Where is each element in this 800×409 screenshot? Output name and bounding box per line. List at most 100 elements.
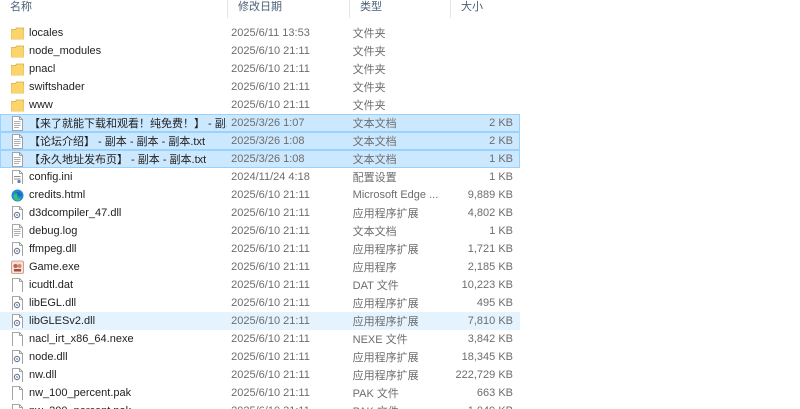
folder-icon [11, 62, 24, 76]
file-name-cell: nacl_irt_x86_64.nexe [1, 332, 227, 346]
date-modified-cell: 2025/6/10 21:11 [231, 387, 310, 399]
folder-row[interactable]: locales 2025/6/11 13:53 文件夹 [0, 24, 520, 42]
file-size-cell: 663 KB [476, 387, 513, 399]
text-document-icon [11, 134, 23, 149]
file-type-cell: 文本文档 [352, 154, 397, 166]
file-size-cell: 222,729 KB [455, 369, 514, 381]
file-name: d3dcompiler_47.dll [29, 207, 122, 219]
file-size-cell: 3,842 KB [467, 333, 513, 345]
file-size-cell: 2,185 KB [467, 261, 513, 273]
column-header-size[interactable]: 大小 [450, 0, 520, 18]
file-size-cell: 9,889 KB [467, 189, 513, 201]
file-row[interactable]: libGLESv2.dll 2025/6/10 21:11 应用程序扩展 7,810 … [0, 312, 520, 330]
file-name-cell: nw.dll [1, 368, 227, 382]
file-row[interactable]: nw_100_percent.pak 2025/6/10 21:11 PAK 文件 6… [0, 384, 520, 402]
dll-file-icon [11, 206, 23, 220]
file-list: locales 2025/6/11 13:53 文件夹 node_modules 202… [0, 24, 520, 409]
file-name: locales [29, 27, 64, 39]
file-row[interactable]: 【论坛介绍】 - 副本 - 副本 - 副本.txt 2025/3/26 1:08 文… [0, 132, 520, 150]
file-type-cell: 文件夹 [352, 64, 386, 76]
file-name-cell: config.ini [1, 170, 227, 184]
file-size-cell: 1 KB [489, 171, 513, 183]
file-type-cell: 应用程序扩展 [352, 352, 419, 364]
file-name: Game.exe [29, 261, 80, 273]
file-size-cell: 1,049 KB [449, 405, 519, 409]
file-name-cell: icudtl.dat [1, 278, 227, 292]
dll-file-icon [11, 314, 23, 328]
folder-row[interactable]: swiftshader 2025/6/10 21:11 文件夹 [0, 78, 520, 96]
blank-file-icon [11, 386, 23, 400]
folder-icon [11, 26, 24, 40]
file-name-cell: 【来了就能下载和观看！纯免费！】 - 副... [1, 115, 227, 131]
file-type-cell: Microsoft Edge ... [352, 189, 439, 201]
file-row[interactable]: config.ini 2024/11/24 4:18 配置设置 1 KB [0, 168, 520, 186]
folder-row[interactable]: node_modules 2025/6/10 21:11 文件夹 [0, 42, 520, 60]
file-row[interactable]: 【永久地址发布页】 - 副本 - 副本.txt 2025/3/26 1:08 文本文… [0, 150, 520, 168]
date-modified-cell: 2024/11/24 4:18 [231, 171, 310, 183]
file-name-cell: d3dcompiler_47.dll [1, 206, 227, 220]
text-document-icon [11, 152, 23, 167]
file-name-cell: Game.exe [1, 260, 227, 274]
file-size-cell: 18,345 KB [461, 351, 513, 363]
date-modified-cell: 2025/6/11 13:53 [231, 27, 310, 39]
blank-file-icon [11, 278, 23, 292]
file-row[interactable]: icudtl.dat 2025/6/10 21:11 DAT 文件 10,223 KB [0, 276, 520, 294]
date-modified-cell: 2025/6/10 21:11 [231, 315, 310, 327]
file-row[interactable]: nw_200_percent.pak 2025/6/10 21:11PAK 文件1… [0, 402, 520, 409]
file-name-cell: libGLESv2.dll [1, 314, 227, 328]
file-type-cell: DAT 文件 [352, 280, 399, 292]
blank-file-icon [11, 404, 23, 409]
column-header-name[interactable]: 名称 [0, 0, 227, 18]
file-row[interactable]: debug.log 2025/6/10 21:11 文本文档 1 KB [0, 222, 520, 240]
date-modified-cell: 2025/6/10 21:11 [231, 279, 310, 291]
file-name: pnacl [29, 63, 56, 75]
file-name-cell: nw_200_percent.pak [1, 404, 227, 409]
dll-file-icon [11, 296, 23, 310]
file-name: nw.dll [29, 369, 57, 381]
file-name: node_modules [29, 45, 102, 57]
file-name: 【永久地址发布页】 - 副本 - 副本.txt [29, 154, 207, 166]
date-modified-cell: 2025/6/10 21:11 [231, 351, 310, 363]
file-type-cell: 文件夹 [352, 46, 386, 58]
file-size-cell: 10,223 KB [461, 279, 513, 291]
file-row[interactable]: node.dll 2025/6/10 21:11 应用程序扩展 18,345 KB [0, 348, 520, 366]
file-row[interactable]: 【来了就能下载和观看！纯免费！】 - 副... 2025/3/26 1:07 文本文… [0, 114, 520, 132]
blank-file-icon [11, 332, 23, 346]
file-name: nw_200_percent.pak [29, 405, 131, 409]
game-exe-icon [11, 260, 24, 274]
file-name: icudtl.dat [29, 279, 74, 291]
file-name-cell: swiftshader [1, 80, 227, 94]
folder-row[interactable]: www 2025/6/10 21:11 文件夹 [0, 96, 520, 114]
file-row[interactable]: Game.exe 2025/6/10 21:11 应用程序 2,185 KB [0, 258, 520, 276]
file-row[interactable]: d3dcompiler_47.dll 2025/6/10 21:11 应用程序扩展 4… [0, 204, 520, 222]
file-name-cell: nw_100_percent.pak [1, 386, 227, 400]
file-size-cell: 4,802 KB [467, 207, 513, 219]
file-type-cell: NEXE 文件 [352, 334, 408, 346]
column-header-date-modified[interactable]: 修改日期 [227, 0, 349, 18]
file-name: ffmpeg.dll [29, 243, 77, 255]
date-modified-cell: 2025/6/10 21:11 [231, 81, 310, 93]
file-type-cell: 应用程序 [352, 262, 397, 274]
column-header-type[interactable]: 类型 [349, 0, 450, 18]
file-row[interactable]: nacl_irt_x86_64.nexe 2025/6/10 21:11 NEXE … [0, 330, 520, 348]
file-row[interactable]: ffmpeg.dll 2025/6/10 21:11 应用程序扩展 1,721 KB [0, 240, 520, 258]
file-type-cell: 配置设置 [352, 172, 397, 184]
file-explorer-view: 名称 修改日期 类型 大小 locales 2025/6/11 13:53 文件夹 n… [0, 0, 800, 409]
file-name-cell: 【论坛介绍】 - 副本 - 副本 - 副本.txt [1, 133, 227, 149]
file-name: 【论坛介绍】 - 副本 - 副本 - 副本.txt [29, 136, 205, 148]
date-modified-cell: 2025/6/10 21:11 [231, 243, 310, 255]
file-type-cell: 文件夹 [352, 100, 386, 112]
file-name-cell: pnacl [1, 62, 227, 76]
file-name: node.dll [29, 351, 68, 363]
file-size-cell: 1,721 KB [467, 243, 513, 255]
folder-icon [11, 44, 24, 58]
file-row[interactable]: nw.dll 2025/6/10 21:11 应用程序扩展 222,729 KB [0, 366, 520, 384]
file-row[interactable]: credits.html 2025/6/10 21:11 Microsoft Edg… [0, 186, 520, 204]
date-modified-cell: 2025/6/10 21:11 [231, 189, 310, 201]
file-row[interactable]: libEGL.dll 2025/6/10 21:11 应用程序扩展 495 KB [0, 294, 520, 312]
file-type-cell: 文本文档 [352, 118, 397, 130]
date-modified-cell: 2025/6/10 21:11 [231, 369, 310, 381]
file-name-cell: node.dll [1, 350, 227, 364]
folder-row[interactable]: pnacl 2025/6/10 21:11 文件夹 [0, 60, 520, 78]
file-name: nw_100_percent.pak [29, 387, 132, 399]
